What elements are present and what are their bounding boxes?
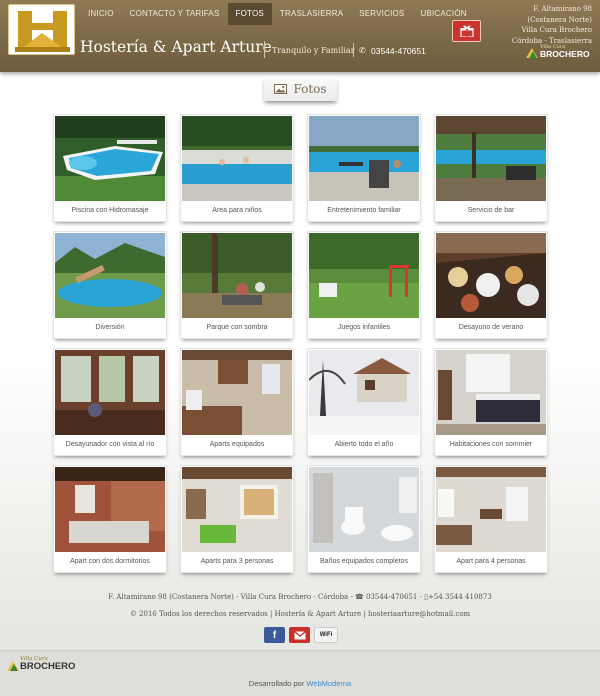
photo-card[interactable]: Desayunador con vista al río	[53, 348, 167, 456]
photo-caption: Baños equipados completos	[320, 558, 408, 565]
brand-name[interactable]: Hostería & Apart Arture	[80, 38, 272, 56]
photo-caption: Parque con sombra	[206, 324, 268, 331]
photo-shaded-park[interactable]	[182, 233, 292, 318]
photo-gallery: Piscina con Hidromasaje Area para niños	[53, 114, 548, 574]
photo-pool-hydromassage[interactable]	[55, 116, 165, 201]
photo-fun[interactable]	[55, 233, 165, 318]
photo-sommier-rooms[interactable]	[436, 350, 546, 435]
developer-credit: Desarrollado por WebModerna	[0, 679, 600, 688]
villa-cura-brochero-logo[interactable]: Villa Cura BROCHERO	[526, 44, 596, 60]
photo-kids-area[interactable]	[182, 116, 292, 201]
photo-caption: Diversión	[95, 324, 125, 331]
photo-card[interactable]: Area para niños	[180, 114, 294, 222]
brochero-mark-icon	[526, 48, 538, 58]
photo-card[interactable]: Baños equipados completos	[307, 465, 421, 573]
photo-caption: Entretenimiento familiar	[327, 207, 401, 214]
address-line: Villa Cura Brochero	[521, 26, 593, 34]
photo-card[interactable]: Piscina con Hidromasaje	[53, 114, 167, 222]
photo-card[interactable]: Aparts equipados	[180, 348, 294, 456]
tagline: Tranquilo y Familiar	[272, 46, 355, 55]
photo-card[interactable]: Servicio de bar	[434, 114, 548, 222]
section-title: Fotos	[264, 77, 337, 101]
photo-apart-3-people[interactable]	[182, 467, 292, 552]
wifi-label: WiFi	[319, 632, 333, 638]
photo-card[interactable]: Diversión	[53, 231, 167, 339]
photo-kids-games[interactable]	[309, 233, 419, 318]
dev-prefix: Desarrollado por	[248, 679, 305, 688]
photo-card[interactable]: Parque con sombra	[180, 231, 294, 339]
mail-icon[interactable]	[289, 627, 310, 643]
social-links: f WiFi	[264, 627, 338, 644]
photo-caption: Desayunador con vista al río	[65, 441, 155, 448]
photo-caption: Apart para 4 personas	[456, 558, 526, 565]
photo-equipped-aparts[interactable]	[182, 350, 292, 435]
photo-family-entertainment[interactable]	[309, 116, 419, 201]
photo-caption: Habitaciones con sommier	[449, 441, 533, 448]
photo-apart-4-people[interactable]	[436, 467, 546, 552]
logo-big-text: BROCHERO	[540, 49, 590, 59]
photo-caption: Servicio de bar	[467, 207, 515, 214]
photo-card[interactable]: Habitaciones con sommier	[434, 348, 548, 456]
villa-cura-brochero-logo[interactable]: Villa Cura BROCHERO	[7, 656, 87, 674]
photo-caption: Desayuno de verano	[458, 324, 524, 331]
header-address: F. Altamirano 98 (Costanera Norte) Villa…	[472, 4, 592, 46]
main-nav: INICIO CONTACTO Y TARIFAS FOTOS TRASLASI…	[80, 3, 475, 25]
photo-card[interactable]: Apart para 4 personas	[434, 465, 548, 573]
photo-caption: Piscina con Hidromasaje	[71, 207, 149, 214]
wifi-icon[interactable]: WiFi	[314, 627, 338, 643]
divider	[264, 41, 265, 58]
address-line: F. Altamirano 98	[533, 5, 592, 13]
nav-servicios[interactable]: SERVICIOS	[351, 3, 412, 25]
brochero-mark-icon	[7, 661, 19, 671]
dev-link[interactable]: WebModerna	[306, 679, 351, 688]
footer-contact: F. Altamirano 98 (Costanera Norte) - Vil…	[108, 593, 492, 601]
photo-caption: Abierto todo el año	[334, 441, 394, 448]
photo-two-bedroom-apart[interactable]	[55, 467, 165, 552]
photo-card[interactable]: Abierto todo el año	[307, 348, 421, 456]
site-logo[interactable]	[8, 4, 75, 55]
photo-caption: Aparts para 3 personas	[200, 558, 274, 565]
logo-big-text: BROCHERO	[20, 661, 76, 672]
photo-caption: Area para niños	[212, 207, 262, 214]
photo-icon	[274, 84, 288, 94]
photo-full-bathrooms[interactable]	[309, 467, 419, 552]
nav-contacto-tarifas[interactable]: CONTACTO Y TARIFAS	[122, 3, 228, 25]
bottom-bar	[0, 650, 600, 696]
address-line: (Costanera Norte)	[527, 15, 592, 24]
photo-caption: Juegos infantiles	[337, 324, 391, 331]
site-header: INICIO CONTACTO Y TARIFAS FOTOS TRASLASI…	[0, 0, 600, 72]
photo-card[interactable]: Desayuno de verano	[434, 231, 548, 339]
photo-caption: Apart con dos dormitorios	[70, 558, 150, 565]
facebook-icon[interactable]: f	[264, 627, 285, 643]
section-title-text: Fotos	[293, 82, 327, 96]
photo-summer-breakfast[interactable]	[436, 233, 546, 318]
photo-card[interactable]: Entretenimiento familiar	[307, 114, 421, 222]
photo-bar-service[interactable]	[436, 116, 546, 201]
divider	[353, 43, 354, 57]
footer-copyright: © 2016 Todos los derechos reservados | H…	[129, 610, 471, 618]
photo-card[interactable]: Aparts para 3 personas	[180, 465, 294, 573]
nav-fotos[interactable]: FOTOS	[227, 3, 272, 25]
photo-open-all-year[interactable]	[309, 350, 419, 435]
photo-breakfast-river-view[interactable]	[55, 350, 165, 435]
header-phone[interactable]: 03544-470651	[371, 46, 426, 56]
photo-card[interactable]: Apart con dos dormitorios	[53, 465, 167, 573]
photo-caption: Aparts equipados	[209, 441, 265, 448]
nav-inicio[interactable]: INICIO	[80, 3, 122, 25]
phone-icon: ✆	[359, 46, 366, 55]
photo-card[interactable]: Juegos infantiles	[307, 231, 421, 339]
nav-traslasierra[interactable]: TRASLASIERRA	[272, 3, 351, 25]
